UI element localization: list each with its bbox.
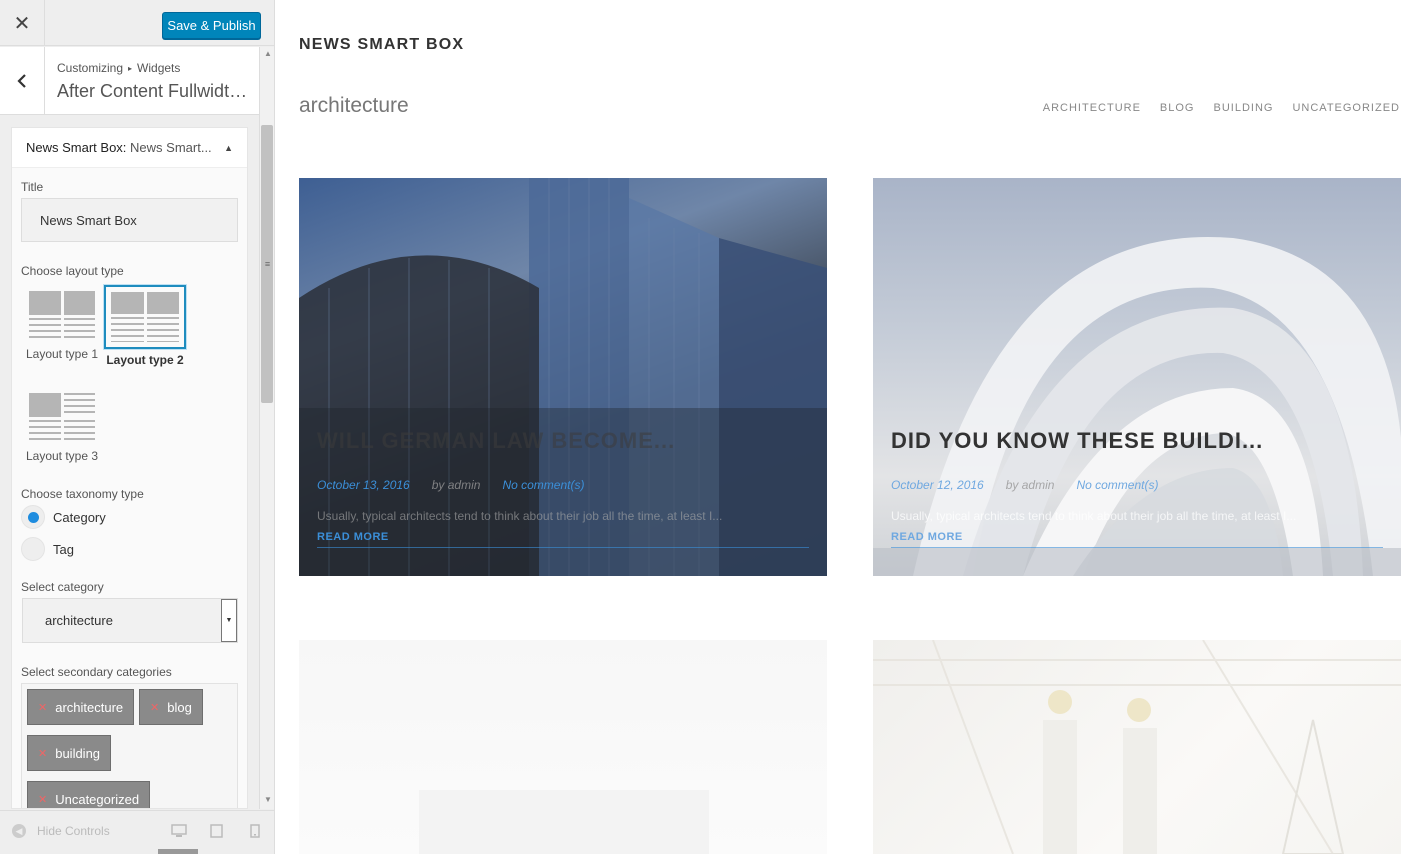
layout-type-label: Choose layout type — [21, 264, 124, 278]
remove-tag-icon[interactable]: ✕ — [38, 747, 47, 760]
desktop-preview-icon[interactable] — [171, 824, 187, 843]
widget-name: News Smart Box: — [26, 140, 127, 155]
category-tag[interactable]: ✕ blog — [139, 689, 203, 725]
category-nav: ARCHITECTURE BLOG BUILDING UNCATEGORIZED — [1043, 102, 1400, 114]
post-title[interactable]: WILL GERMAN LAW BECOME... — [317, 428, 675, 454]
mobile-preview-icon[interactable] — [250, 824, 260, 843]
footer-drag-handle — [158, 849, 198, 854]
radio-label: Category — [53, 509, 106, 525]
category-select[interactable]: architecture ▼ — [22, 598, 238, 643]
secondary-categories-field[interactable]: ✕ architecture ✕ blog ✕ building ✕ Uncategor… — [21, 683, 238, 808]
radio-label: Tag — [53, 541, 74, 557]
back-icon[interactable] — [0, 47, 45, 115]
read-more-link[interactable]: READ MORE — [317, 531, 389, 543]
radio-tag[interactable]: Tag — [21, 537, 74, 561]
category-tag[interactable]: ✕ building — [27, 735, 112, 771]
category-tag[interactable]: ✕ architecture — [27, 689, 135, 725]
customizer-footer: ◀ Hide Controls — [0, 810, 274, 854]
taxonomy-type-label: Choose taxonomy type — [21, 487, 144, 501]
category-nav-item[interactable]: BLOG — [1160, 102, 1195, 114]
radio-category[interactable]: Category — [21, 505, 106, 529]
collapse-icon: ◀ — [12, 824, 26, 838]
title-input[interactable]: News Smart Box — [21, 198, 238, 242]
widget-form: Title News Smart Box Choose layout type … — [12, 168, 247, 808]
post-image — [873, 640, 1401, 854]
category-tag[interactable]: ✕ Uncategorized — [27, 781, 151, 808]
remove-tag-icon[interactable]: ✕ — [38, 793, 47, 806]
post-date[interactable]: October 13, 2016 — [317, 478, 410, 492]
remove-tag-icon[interactable]: ✕ — [150, 701, 159, 714]
post-card[interactable] — [873, 640, 1401, 854]
radio-unchecked-icon[interactable] — [21, 537, 45, 561]
scroll-down-icon[interactable]: ▼ — [264, 795, 272, 804]
breadcrumb-separator-icon: ▸ — [128, 64, 133, 73]
post-meta: October 13, 2016 by admin No comment(s) — [317, 478, 584, 492]
tag-label: Uncategorized — [55, 791, 140, 807]
read-more-link[interactable]: READ MORE — [891, 531, 963, 543]
post-excerpt: Usually, typical architects tend to thin… — [891, 509, 1297, 523]
customizer-sidebar: ✕ Save & Publish Customizing ▸ Widgets Aft… — [0, 0, 275, 854]
post-meta: October 12, 2016 by admin No comment(s) — [891, 478, 1158, 492]
category-nav-item[interactable]: ARCHITECTURE — [1043, 102, 1141, 114]
layout-3-icon — [26, 390, 98, 446]
category-select-value: architecture — [45, 613, 113, 628]
collapse-arrow-icon[interactable]: ▲ — [224, 143, 233, 153]
breadcrumb: Customizing ▸ Widgets — [57, 61, 180, 75]
layout-option-2[interactable]: Layout type 2 — [104, 285, 186, 367]
post-excerpt: Usually, typical architects tend to thin… — [317, 509, 723, 523]
dropdown-arrow-icon[interactable]: ▼ — [221, 599, 237, 642]
layout-1-icon — [26, 288, 98, 344]
widget-header[interactable]: News Smart Box: News Smart... ▲ — [12, 128, 247, 168]
post-title[interactable]: DID YOU KNOW THESE BUILDI... — [891, 428, 1263, 454]
site-preview: NEWS SMART BOX architecture ARCHITECTURE… — [275, 0, 1419, 854]
category-nav-item[interactable]: BUILDING — [1214, 102, 1274, 114]
layout-2-icon — [104, 285, 186, 349]
scroll-up-icon[interactable]: ▲ — [264, 49, 272, 58]
divider — [891, 547, 1383, 548]
post-card[interactable]: DID YOU KNOW THESE BUILDI... October 12,… — [873, 178, 1401, 576]
tag-label: blog — [167, 699, 192, 715]
layout-option-label: Layout type 2 — [106, 353, 184, 367]
layout-option-3[interactable]: Layout type 3 — [21, 390, 103, 463]
box-category-title: architecture — [299, 94, 409, 117]
layout-option-1[interactable]: Layout type 1 — [21, 288, 103, 361]
breadcrumb-root: Customizing — [57, 61, 124, 75]
scrollbar[interactable]: ▲ ≡ ▼ — [259, 47, 274, 809]
title-label: Title — [21, 180, 44, 194]
hide-controls-label: Hide Controls — [37, 824, 110, 838]
post-date[interactable]: October 12, 2016 — [891, 478, 984, 492]
remove-tag-icon[interactable]: ✕ — [38, 701, 47, 714]
post-card[interactable]: WILL GERMAN LAW BECOME... October 13, 20… — [299, 178, 827, 576]
layout-option-label: Layout type 3 — [25, 449, 99, 463]
close-icon[interactable]: ✕ — [0, 0, 45, 46]
widget-heading: NEWS SMART BOX — [299, 36, 465, 53]
tag-label: building — [55, 745, 101, 761]
select-category-label: Select category — [21, 580, 104, 594]
post-image — [419, 790, 709, 854]
category-nav-item[interactable]: UNCATEGORIZED — [1292, 102, 1400, 114]
divider — [317, 547, 809, 548]
widget-panel: News Smart Box: News Smart... ▲ Title Ne… — [11, 127, 248, 809]
breadcrumb-current: Widgets — [137, 61, 181, 75]
radio-checked-icon[interactable] — [21, 505, 45, 529]
widget-subtitle: News Smart... — [130, 140, 212, 155]
tablet-preview-icon[interactable] — [210, 824, 223, 843]
post-comments[interactable]: No comment(s) — [1076, 478, 1158, 492]
layout-option-label: Layout type 1 — [25, 347, 99, 361]
section-title: After Content Fullwidth... — [57, 81, 252, 101]
post-comments[interactable]: No comment(s) — [502, 478, 584, 492]
secondary-categories-label: Select secondary categories — [21, 665, 172, 679]
section-header: Customizing ▸ Widgets After Content Fullwi… — [0, 47, 260, 115]
save-publish-button[interactable]: Save & Publish — [162, 12, 261, 39]
post-author[interactable]: by admin — [1006, 478, 1055, 492]
tag-label: architecture — [55, 699, 124, 715]
customizer-header: ✕ Save & Publish — [0, 0, 274, 46]
hide-controls-button[interactable]: ◀ Hide Controls — [12, 824, 110, 838]
post-card[interactable] — [299, 640, 827, 854]
post-author[interactable]: by admin — [432, 478, 481, 492]
scrollbar-thumb[interactable]: ≡ — [261, 125, 273, 403]
